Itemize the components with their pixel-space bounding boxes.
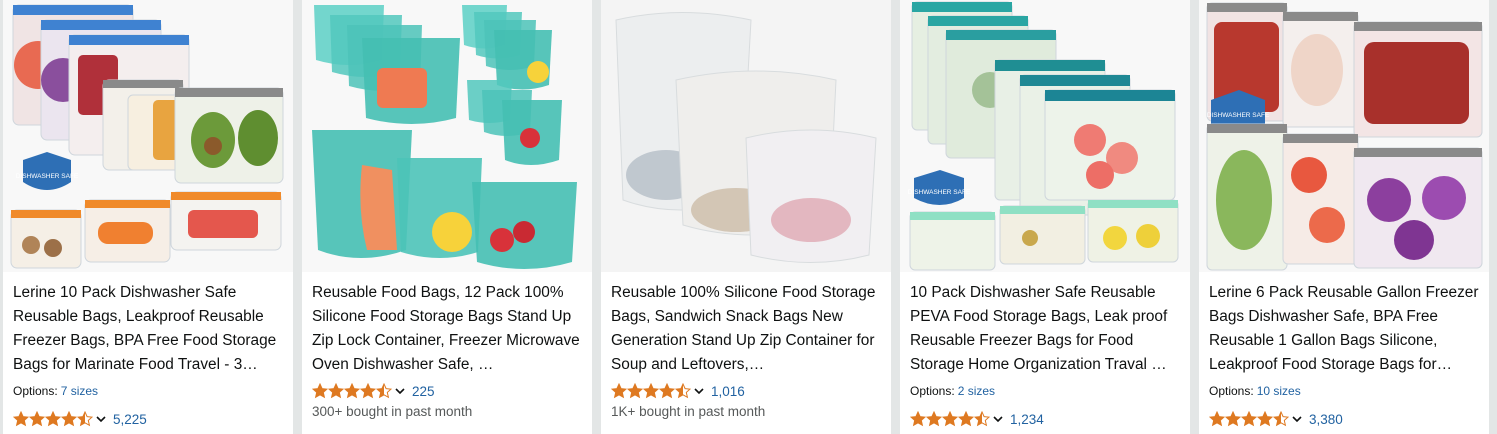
star-icon xyxy=(344,383,360,399)
chevron-down-icon[interactable] xyxy=(992,413,1004,425)
product-title[interactable]: Lerine 10 Pack Dishwasher Safe Reusable … xyxy=(13,281,285,377)
star-icon xyxy=(328,383,344,399)
product-photo-gallon-bags: DISHWASHER SAFE xyxy=(1199,0,1489,272)
product-options: Options: 2 sizes xyxy=(910,384,995,398)
star-rating-icon xyxy=(13,411,93,427)
product-card[interactable]: DISHWASHER SAFE Lerine 6 Pack Reusable G… xyxy=(1199,0,1489,434)
bought-in-past-month: 300+ bought in past month xyxy=(312,404,473,419)
svg-text:DISHWASHER SAFE: DISHWASHER SAFE xyxy=(16,173,79,180)
star-icon xyxy=(611,383,627,399)
product-card[interactable]: Reusable 100% Silicone Food Storage Bags… xyxy=(601,0,891,434)
product-photo-clear-stand-up-bags xyxy=(601,0,891,272)
product-image[interactable]: DISHWASHER SAFE xyxy=(1199,0,1489,272)
star-rating-icon xyxy=(1209,411,1289,427)
product-rating[interactable]: 5,225 xyxy=(13,409,147,429)
product-title[interactable]: Reusable 100% Silicone Food Storage Bags… xyxy=(611,281,883,377)
options-label: Options: xyxy=(13,384,58,398)
star-icon xyxy=(376,383,392,399)
star-icon xyxy=(643,383,659,399)
options-label: Options: xyxy=(910,384,955,398)
star-rating-icon xyxy=(910,411,990,427)
product-image[interactable]: DISHWASHER SAFE xyxy=(3,0,293,272)
options-label: Options: xyxy=(1209,384,1254,398)
product-rating[interactable]: 1,234 xyxy=(910,409,1044,429)
star-icon xyxy=(659,383,675,399)
star-rating-icon xyxy=(611,383,691,399)
svg-text:DISHWASHER SAFE: DISHWASHER SAFE xyxy=(908,189,971,196)
product-image[interactable] xyxy=(601,0,891,272)
chevron-down-icon[interactable] xyxy=(693,385,705,397)
star-icon xyxy=(77,411,93,427)
chevron-down-icon[interactable] xyxy=(394,385,406,397)
product-rating[interactable]: 3,380 xyxy=(1209,409,1343,429)
product-photo-reusable-bags: DISHWASHER SAFE xyxy=(3,0,293,272)
product-title[interactable]: Reusable Food Bags, 12 Pack 100% Silicon… xyxy=(312,281,584,377)
star-icon xyxy=(45,411,61,427)
star-icon xyxy=(29,411,45,427)
star-icon xyxy=(312,383,328,399)
star-rating-icon xyxy=(312,383,392,399)
product-card[interactable]: DISHWASHER SAFE Lerine 10 Pack Dishwashe… xyxy=(3,0,293,434)
star-icon xyxy=(360,383,376,399)
product-options: Options: 7 sizes xyxy=(13,384,98,398)
star-icon xyxy=(926,411,942,427)
star-icon xyxy=(1241,411,1257,427)
product-grid: DISHWASHER SAFE Lerine 10 Pack Dishwashe… xyxy=(0,0,1497,434)
star-icon xyxy=(627,383,643,399)
product-photo-silicone-bags xyxy=(302,0,592,272)
star-icon xyxy=(13,411,29,427)
chevron-down-icon[interactable] xyxy=(95,413,107,425)
star-icon xyxy=(1273,411,1289,427)
svg-text:DISHWASHER SAFE: DISHWASHER SAFE xyxy=(1207,112,1270,119)
review-count-link[interactable]: 3,380 xyxy=(1309,412,1343,427)
product-card[interactable]: Reusable Food Bags, 12 Pack 100% Silicon… xyxy=(302,0,592,434)
star-icon xyxy=(974,411,990,427)
review-count-link[interactable]: 1,234 xyxy=(1010,412,1044,427)
star-icon xyxy=(942,411,958,427)
review-count-link[interactable]: 5,225 xyxy=(113,412,147,427)
star-icon xyxy=(675,383,691,399)
star-icon xyxy=(1209,411,1225,427)
chevron-down-icon[interactable] xyxy=(1291,413,1303,425)
product-card[interactable]: DISHWASHER SAFE 10 Pack Dishwasher Safe … xyxy=(900,0,1190,434)
product-options: Options: 10 sizes xyxy=(1209,384,1301,398)
product-title[interactable]: 10 Pack Dishwasher Safe Reusable PEVA Fo… xyxy=(910,281,1182,377)
product-rating[interactable]: 225 xyxy=(312,381,435,401)
product-photo-peva-bags: DISHWASHER SAFE xyxy=(900,0,1190,272)
options-sizes-link[interactable]: 10 sizes xyxy=(1257,384,1301,398)
bought-in-past-month: 1K+ bought in past month xyxy=(611,404,766,419)
product-title[interactable]: Lerine 6 Pack Reusable Gallon Freezer Ba… xyxy=(1209,281,1481,377)
star-icon xyxy=(61,411,77,427)
star-icon xyxy=(910,411,926,427)
star-icon xyxy=(1225,411,1241,427)
review-count-link[interactable]: 1,016 xyxy=(711,384,745,399)
product-image[interactable] xyxy=(302,0,592,272)
options-sizes-link[interactable]: 2 sizes xyxy=(958,384,995,398)
review-count-link[interactable]: 225 xyxy=(412,384,435,399)
options-sizes-link[interactable]: 7 sizes xyxy=(61,384,98,398)
product-image[interactable]: DISHWASHER SAFE xyxy=(900,0,1190,272)
product-rating[interactable]: 1,016 xyxy=(611,381,745,401)
star-icon xyxy=(1257,411,1273,427)
star-icon xyxy=(958,411,974,427)
